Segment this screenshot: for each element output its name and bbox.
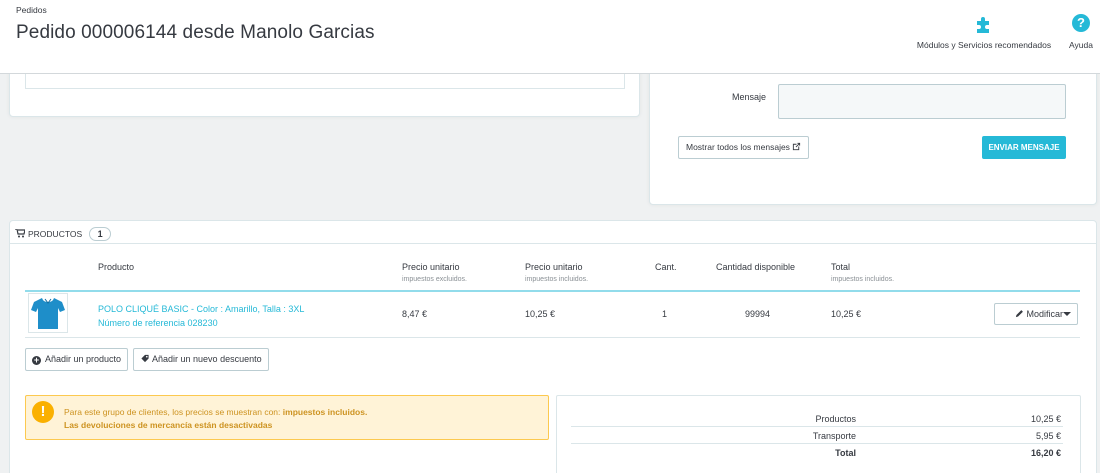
col-header-total: Total impuestos incluidos. xyxy=(831,262,894,283)
row-price-excl: 8,47 € xyxy=(402,309,428,319)
col-header-qty: Cant. xyxy=(655,262,677,272)
totals-shipping-value: 5,95 € xyxy=(1035,431,1061,441)
totals-row-products: Productos 10,25 € xyxy=(571,410,1063,427)
row-available: 99994 xyxy=(745,309,771,319)
message-label: Mensaje xyxy=(732,92,767,102)
row-divider xyxy=(25,337,1080,338)
show-all-messages-button[interactable]: Mostrar todos los mensajes xyxy=(678,136,810,159)
add-product-button[interactable]: + Añadir un producto xyxy=(25,348,129,371)
recommended-modules-button[interactable]: Módulos y Servicios recomendados xyxy=(908,14,1060,50)
add-product-label: Añadir un producto xyxy=(45,354,122,364)
col-header-unit-price-excl-sub: impuestos excluidos. xyxy=(402,276,467,283)
polo-shirt-image xyxy=(31,298,65,329)
table-header-underline xyxy=(25,290,1080,292)
totals-total-label: Total xyxy=(835,448,856,458)
col-header-unit-price-incl-sub: impuestos incluidos. xyxy=(525,276,589,283)
message-textarea[interactable] xyxy=(778,84,1066,119)
product-name[interactable]: POLO CLIQUÉ BASIC - Color : Amarillo, Ta… xyxy=(98,302,304,316)
col-header-total-sub: impuestos incluidos. xyxy=(831,276,895,283)
row-qty: 1 xyxy=(662,309,668,319)
page-title: Pedido 000006144 desde Manolo Garcias xyxy=(16,22,375,43)
cart-icon xyxy=(15,227,26,240)
help-icon: ? xyxy=(1066,14,1096,34)
col-header-total-label: Total xyxy=(831,262,851,272)
col-header-available: Cantidad disponible xyxy=(716,262,796,272)
totals-total-value: 16,20 € xyxy=(1030,448,1061,458)
recommended-modules-label: Módulos y Servicios recomendados xyxy=(916,40,1052,50)
alert-text: Para este grupo de clientes, los precios… xyxy=(64,406,367,432)
col-header-unit-price-excl: Precio unitario impuestos excluidos. xyxy=(402,262,467,283)
product-name-link[interactable]: POLO CLIQUÉ BASIC - Color : Amarillo, Ta… xyxy=(98,302,304,330)
send-message-button[interactable]: ENVIAR MENSAJE xyxy=(982,136,1066,159)
row-total: 10,25 € xyxy=(831,309,862,319)
alert-line1-bold: impuestos incluidos. xyxy=(282,407,368,417)
totals-shipping-label: Transporte xyxy=(812,431,856,441)
warning-icon: ! xyxy=(32,401,54,423)
col-header-unit-price-excl-label: Precio unitario xyxy=(402,262,460,272)
heading-divider xyxy=(10,243,1096,244)
totals-row-shipping: Transporte 5,95 € xyxy=(571,427,1063,444)
help-label: Ayuda xyxy=(1069,40,1093,50)
products-heading-label: PRODUCTOS xyxy=(28,229,83,239)
totals-products-label: Productos xyxy=(815,414,856,424)
add-discount-label: Añadir un nuevo descuento xyxy=(152,354,262,364)
show-all-messages-label: Mostrar todos los mensajes xyxy=(686,142,790,152)
plus-circle-icon: + xyxy=(32,355,41,365)
puzzle-icon xyxy=(908,14,1060,34)
page-header: Pedidos Pedido 000006144 desde Manolo Ga… xyxy=(0,0,1100,74)
help-button[interactable]: ? Ayuda xyxy=(1066,14,1096,50)
products-count-badge: 1 xyxy=(89,227,112,241)
product-thumbnail[interactable] xyxy=(28,293,68,333)
breadcrumb[interactable]: Pedidos xyxy=(16,5,47,15)
col-header-unit-price-incl: Precio unitario impuestos incluidos. xyxy=(525,262,588,283)
products-heading: PRODUCTOS 1 xyxy=(15,227,112,241)
tag-icon xyxy=(140,354,152,364)
col-header-product: Producto xyxy=(98,262,135,272)
totals-products-value: 10,25 € xyxy=(1030,414,1061,424)
external-link-icon xyxy=(792,142,801,152)
product-reference: Número de referencia 028230 xyxy=(98,318,218,328)
totals-row-total: Total 16,20 € xyxy=(571,444,1063,461)
add-discount-button[interactable]: Añadir un nuevo descuento xyxy=(133,348,269,371)
tax-info-alert: ! Para este grupo de clientes, los preci… xyxy=(25,395,549,440)
chevron-down-icon[interactable] xyxy=(1063,312,1071,316)
col-header-unit-price-incl-label: Precio unitario xyxy=(525,262,583,272)
pencil-icon xyxy=(1015,309,1027,319)
modify-label: Modificar xyxy=(1026,309,1064,319)
modify-product-button[interactable]: Modificar xyxy=(994,303,1078,325)
row-price-incl: 10,25 € xyxy=(525,309,556,319)
alert-line2: Las devoluciones de mercancía están desa… xyxy=(64,420,273,430)
alert-line1: Para este grupo de clientes, los precios… xyxy=(64,407,281,417)
